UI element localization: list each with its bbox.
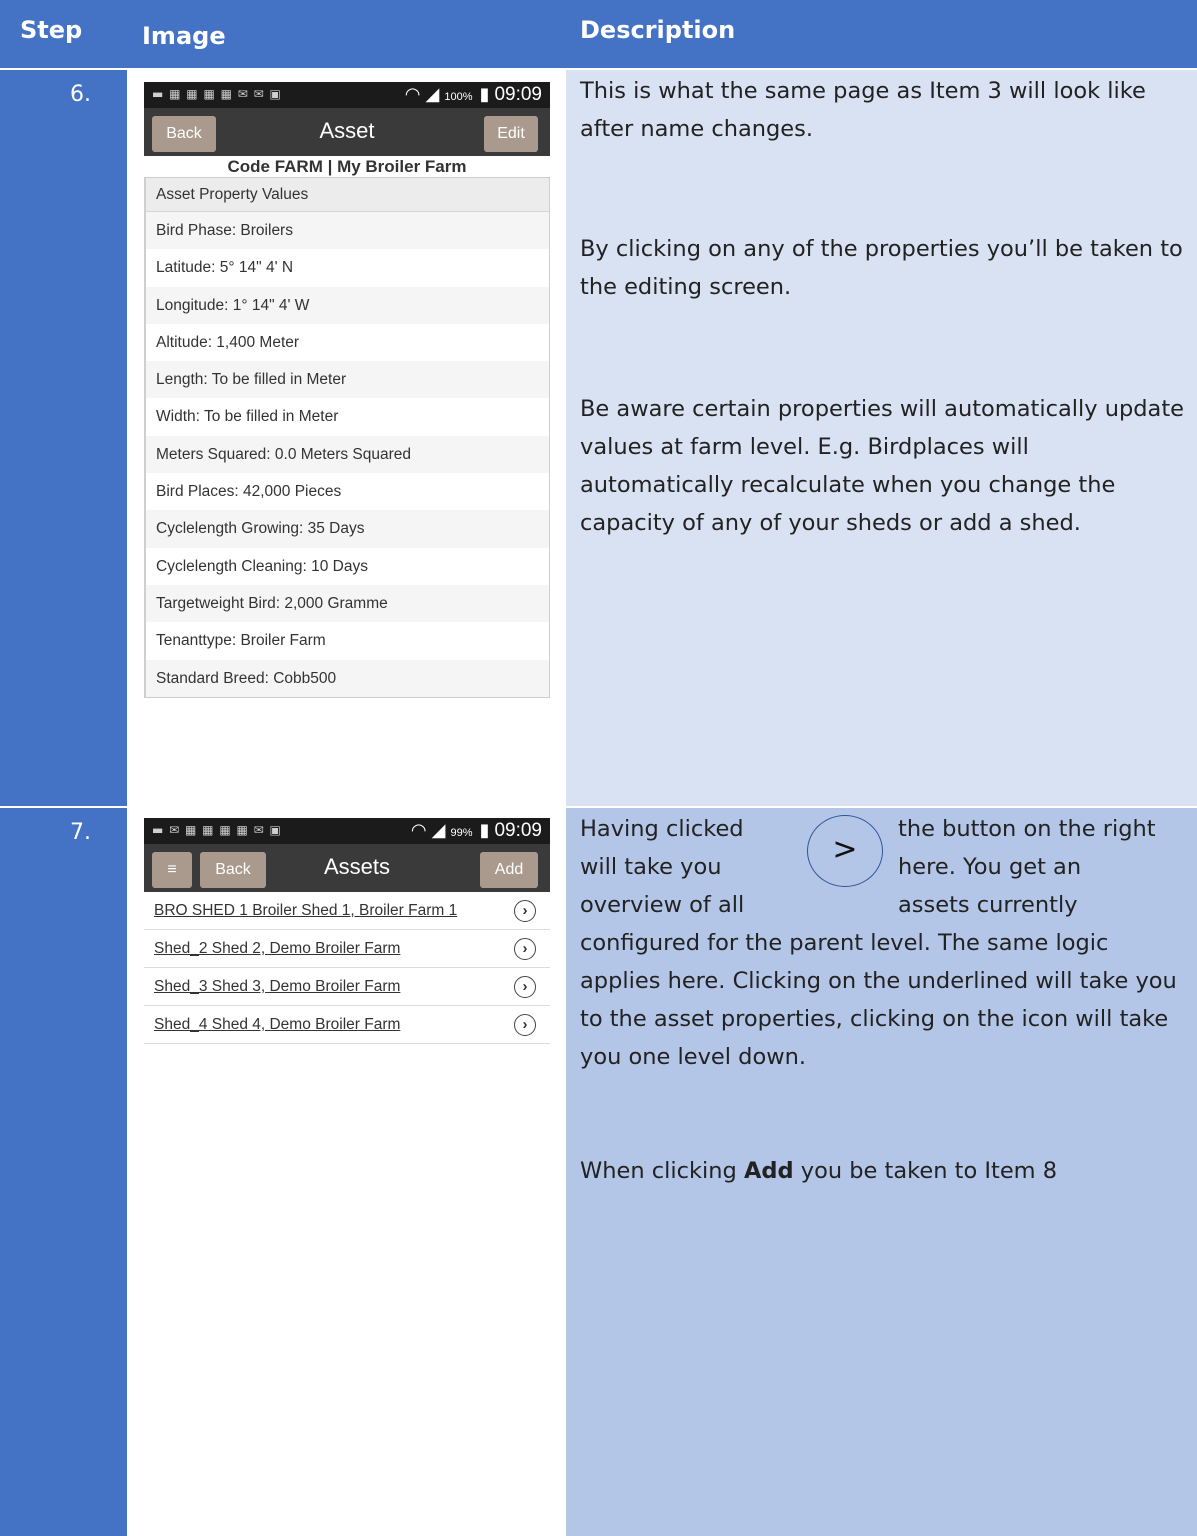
asset-link[interactable]: BRO SHED 1 Broiler Shed 1, Broiler Farm … — [154, 902, 457, 920]
asset-list-item: Shed_4 Shed 4, Demo Broiler Farm › — [144, 1006, 550, 1044]
asset-list-item: BRO SHED 1 Broiler Shed 1, Broiler Farm … — [144, 892, 550, 930]
description-text: here. You get an — [898, 854, 1082, 880]
property-item[interactable]: Tenanttype: Broiler Farm — [146, 622, 549, 660]
signal-icon: ◢ — [431, 820, 446, 840]
battery-percent: 100% — [444, 91, 473, 103]
description-paragraph: configured for the parent level. The sam… — [580, 930, 1177, 1070]
description-text: the button on the right — [898, 816, 1156, 842]
farm-subtitle: Code FARM | My Broiler Farm — [144, 156, 550, 178]
header-image: Image — [142, 22, 226, 50]
status-time: 09:09 — [494, 84, 542, 105]
add-keyword: Add — [743, 1158, 794, 1184]
property-item[interactable]: Standard Breed: Cobb500 — [146, 659, 549, 697]
phone-screenshot-assets: ▬ ✉ ▦ ▦ ▦ ▦ ✉ ▣ ◠ ◢ 99% ▮ 09:09 ≡ Back A… — [144, 818, 550, 1536]
notification-icons: ▬ ✉ ▦ ▦ ▦ ▦ ✉ ▣ — [152, 823, 282, 837]
battery-icon: ▮ — [479, 84, 490, 104]
title-bar: ≡ Back Assets Add — [144, 844, 550, 892]
asset-link[interactable]: Shed_4 Shed 4, Demo Broiler Farm — [154, 1016, 400, 1034]
edit-button[interactable]: Edit — [484, 116, 538, 152]
property-item[interactable]: Latitude: 5° 14" 4' N — [146, 249, 549, 287]
property-list-header: Asset Property Values — [146, 178, 549, 212]
wifi-icon: ◠ — [410, 820, 427, 840]
battery-percent: 99% — [450, 827, 473, 839]
status-bar: ▬ ✉ ▦ ▦ ▦ ▦ ✉ ▣ ◠ ◢ 99% ▮ 09:09 — [144, 818, 550, 844]
asset-list: BRO SHED 1 Broiler Shed 1, Broiler Farm … — [144, 892, 550, 1044]
property-item[interactable]: Width: To be filled in Meter — [146, 398, 549, 436]
property-list: Asset Property Values Bird Phase: Broile… — [144, 178, 550, 698]
step-number: 6. — [70, 82, 91, 107]
status-time: 09:09 — [494, 820, 542, 841]
property-item[interactable]: Targetweight Bird: 2,000 Gramme — [146, 584, 549, 623]
signal-icon: ◢ — [425, 84, 440, 104]
status-bar: ▬ ▦ ▦ ▦ ▦ ✉ ✉ ▣ ◠ ◢ 100% ▮ 09:09 — [144, 82, 550, 108]
notification-icons: ▬ ▦ ▦ ▦ ▦ ✉ ✉ ▣ — [152, 87, 282, 101]
description-paragraph: By clicking on any of the properties you… — [580, 236, 1183, 300]
phone-screenshot-asset: ▬ ▦ ▦ ▦ ▦ ✉ ✉ ▣ ◠ ◢ 100% ▮ 09:09 Back As… — [144, 82, 550, 801]
image-cell-7: ▬ ✉ ▦ ▦ ▦ ▦ ✉ ▣ ◠ ◢ 99% ▮ 09:09 ≡ Back A… — [129, 808, 563, 1536]
description-text: Having clicked — [580, 816, 744, 842]
step-cell-6: 6. — [0, 70, 127, 806]
description-paragraph: Be aware certain properties will automat… — [580, 396, 1184, 536]
step-number: 7. — [70, 820, 91, 845]
wifi-icon: ◠ — [404, 84, 421, 104]
asset-list-item: Shed_2 Shed 2, Demo Broiler Farm › — [144, 930, 550, 968]
step-cell-7: 7. — [0, 808, 127, 1536]
table-header-row: Step Image Description — [0, 0, 1197, 68]
asset-list-item: Shed_3 Shed 3, Demo Broiler Farm › — [144, 968, 550, 1006]
chevron-right-icon[interactable]: › — [514, 938, 536, 960]
description-paragraph: This is what the same page as Item 3 wil… — [580, 78, 1146, 142]
description-text: assets currently — [898, 892, 1078, 918]
chevron-right-icon[interactable]: › — [514, 900, 536, 922]
property-item[interactable]: Bird Phase: Broilers — [146, 212, 549, 250]
description-cell-6: This is what the same page as Item 3 wil… — [566, 70, 1197, 806]
description-text: overview of all — [580, 892, 745, 918]
battery-icon: ▮ — [479, 820, 490, 840]
property-item[interactable]: Longitude: 1° 14" 4' W — [146, 286, 549, 324]
property-item[interactable]: Cyclelength Cleaning: 10 Days — [146, 547, 549, 585]
image-cell-6: ▬ ▦ ▦ ▦ ▦ ✉ ✉ ▣ ◠ ◢ 100% ▮ 09:09 Back As… — [129, 70, 563, 806]
property-item[interactable]: Length: To be filled in Meter — [146, 361, 549, 399]
chevron-right-icon[interactable]: › — [514, 976, 536, 998]
property-item[interactable]: Bird Places: 42,000 Pieces — [146, 473, 549, 511]
description-text: will take you — [580, 854, 722, 880]
instruction-table: Step Image Description 6. ▬ ▦ ▦ ▦ ▦ ✉ ✉ … — [0, 0, 1197, 1536]
asset-link[interactable]: Shed_3 Shed 3, Demo Broiler Farm — [154, 978, 400, 996]
chevron-right-icon[interactable]: › — [514, 1014, 536, 1036]
description-cell-7: > Having clicked the button on the right… — [566, 808, 1197, 1536]
add-instruction: When clicking Add you be taken to Item 8 — [580, 1158, 1058, 1184]
header-description: Description — [580, 16, 736, 44]
property-item[interactable]: Altitude: 1,400 Meter — [146, 323, 549, 362]
header-step: Step — [20, 16, 83, 44]
add-button[interactable]: Add — [480, 852, 538, 888]
property-item[interactable]: Meters Squared: 0.0 Meters Squared — [146, 435, 549, 474]
title-bar: Back Asset Edit — [144, 108, 550, 156]
property-item[interactable]: Cyclelength Growing: 35 Days — [146, 510, 549, 548]
asset-link[interactable]: Shed_2 Shed 2, Demo Broiler Farm — [154, 940, 400, 958]
